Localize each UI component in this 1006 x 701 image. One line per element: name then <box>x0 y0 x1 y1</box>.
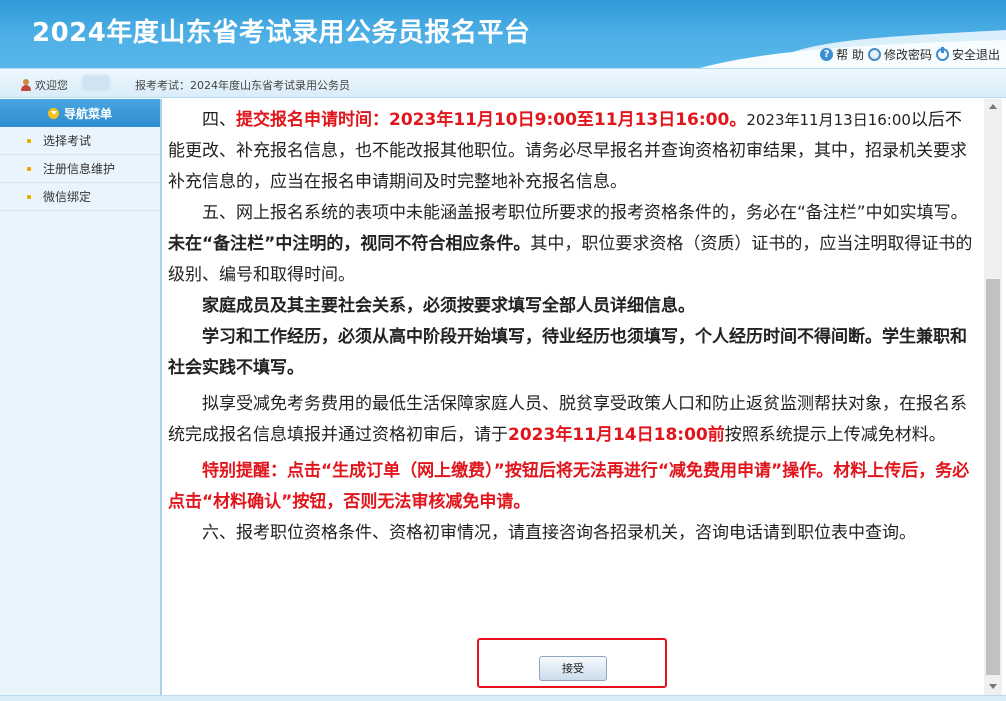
scroll-down-icon[interactable] <box>984 679 1002 695</box>
sidebar-item-label: 微信绑定 <box>43 190 92 204</box>
welcome-area: 欢迎您 <box>20 77 68 93</box>
logout-link[interactable]: 安全退出 <box>935 46 1000 63</box>
notice-content: 四、提交报名申请时间：2023年11月10日9:00至11月13日16:00。2… <box>162 99 984 695</box>
info-bar: 欢迎您 报考考试：2024年度山东省考试录用公务员 <box>0 68 1006 98</box>
bullet-icon <box>27 195 31 199</box>
user-icon <box>20 78 32 92</box>
sidebar-item-select-exam[interactable]: 选择考试 <box>0 127 160 155</box>
sidebar-item-label: 注册信息维护 <box>43 162 116 176</box>
logout-label: 安全退出 <box>951 47 1000 62</box>
change-password-link[interactable]: 修改密码 <box>867 46 932 63</box>
scroll-thumb[interactable] <box>986 279 1000 675</box>
bullet-icon <box>27 167 31 171</box>
change-password-label: 修改密码 <box>883 47 932 62</box>
paragraph-5: 五、网上报名系统的表项中未能涵盖报考职位所要求的报考资格条件的，务必在“备注栏”… <box>168 198 978 291</box>
p5-a: 五、网上报名系统的表项中未能涵盖报考职位所要求的报考资格条件的，务必在“备注栏”… <box>202 203 968 223</box>
p4-small-date: 2023年11月13日16:00 <box>746 111 911 129</box>
key-icon <box>867 47 881 61</box>
p5-bold: 未在“备注栏”中注明的，视同不符合相应条件。 <box>168 234 531 254</box>
family-note: 家庭成员及其主要社会关系，必须按要求填写全部人员详细信息。 <box>202 296 695 316</box>
sidebar: 导航菜单 选择考试 注册信息维护 微信绑定 <box>0 99 162 695</box>
power-icon <box>935 46 949 61</box>
bottom-bar <box>0 695 1006 701</box>
sidebar-item-wechat-binding[interactable]: 微信绑定 <box>0 183 160 211</box>
bullet-icon <box>27 139 31 143</box>
sidebar-item-label: 选择考试 <box>43 134 92 148</box>
reduction-note: 拟享受减免考务费用的最低生活保障家庭人员、脱贫享受政策人口和防止返贫监测帮扶对象… <box>168 389 978 451</box>
sidebar-item-registration-info[interactable]: 注册信息维护 <box>0 155 160 183</box>
paragraph-6: 六、报考职位资格条件、资格初审情况，请直接咨询各招录机关，咨询电话请到职位表中查… <box>202 523 916 543</box>
special-reminder: 特别提醒：点击“生成订单（网上缴费）”按钮后将无法再进行“减免费用申请”操作。材… <box>168 461 970 512</box>
app-title: 2024年度山东省考试录用公务员报名平台 <box>32 18 531 48</box>
accept-highlight-box: 接受 <box>477 638 667 688</box>
nav-menu-icon <box>47 107 59 119</box>
welcome-label: 欢迎您 <box>35 79 68 92</box>
notice-text: 四、提交报名申请时间：2023年11月10日9:00至11月13日16:00。2… <box>168 105 978 549</box>
submission-deadline: 提交报名申请时间：2023年11月10日9:00至11月13日16:00。 <box>236 110 747 130</box>
help-icon: ? <box>820 47 834 61</box>
accept-button[interactable]: 接受 <box>539 656 607 681</box>
scroll-up-icon[interactable] <box>984 99 1002 115</box>
exam-label: 报考考试：2024年度山东省考试录用公务员 <box>135 79 350 92</box>
help-label: 帮 助 <box>836 47 864 62</box>
vertical-scrollbar[interactable] <box>984 99 1002 695</box>
username-redacted <box>82 75 110 91</box>
help-link[interactable]: ? 帮 助 <box>820 46 864 63</box>
reduction-b: 按照系统提示上传减免材料。 <box>724 425 946 445</box>
paragraph-4: 四、提交报名申请时间：2023年11月10日9:00至11月13日16:00。2… <box>168 105 978 198</box>
header-links: ? 帮 助 修改密码 安全退出 <box>816 44 1000 64</box>
nav-menu-title: 导航菜单 <box>63 106 112 121</box>
header-banner: 2024年度山东省考试录用公务员报名平台 ? 帮 助 修改密码 安全退出 <box>0 0 1006 68</box>
nav-menu-header: 导航菜单 <box>0 99 160 127</box>
reduction-deadline: 2023年11月14日18:00前 <box>508 425 725 445</box>
p4-prefix: 四、 <box>202 110 236 130</box>
experience-note: 学习和工作经历，必须从高中阶段开始填写，待业经历也须填写，个人经历时间不得间断。… <box>168 327 967 378</box>
